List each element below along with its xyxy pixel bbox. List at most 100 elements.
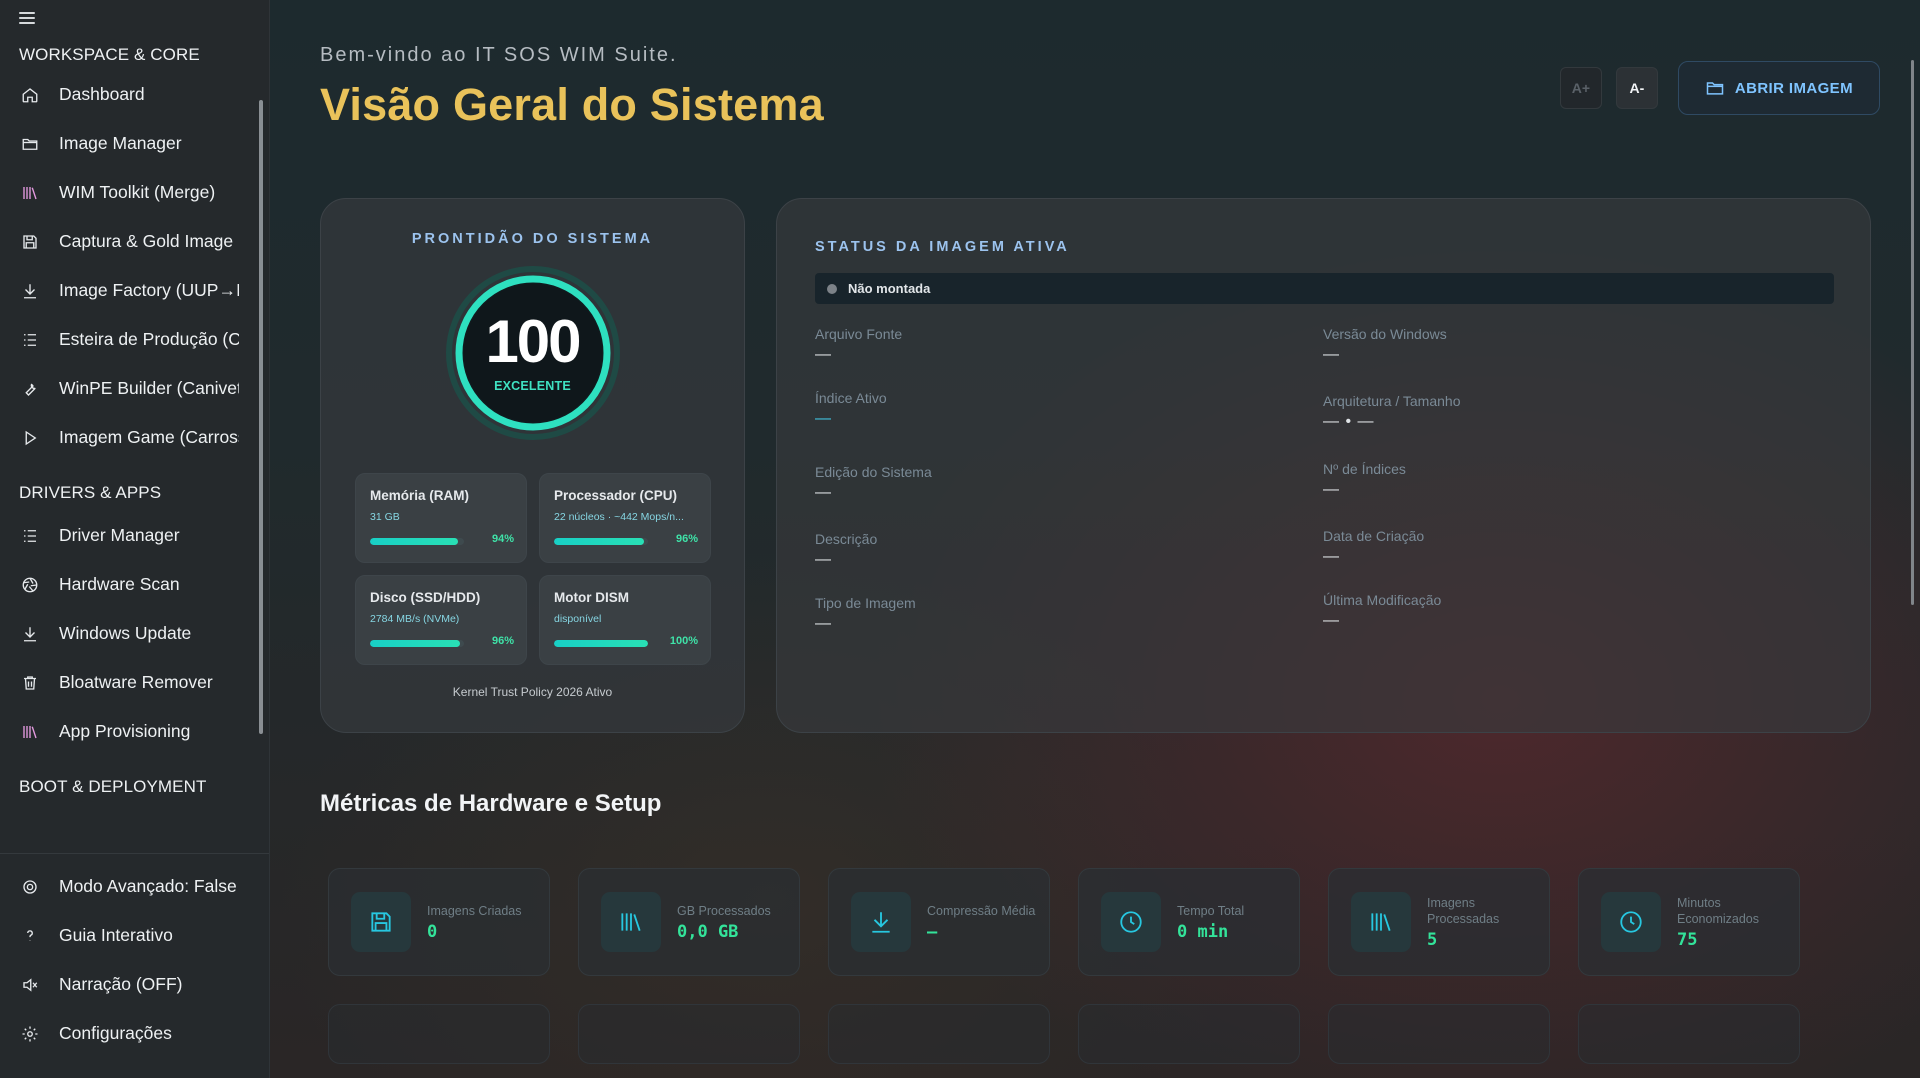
- field-windows-version: Versão do Windows —: [1323, 326, 1447, 364]
- sidebar-item-bloatware-remover[interactable]: Bloatware Remover: [0, 658, 269, 707]
- aperture-icon: [20, 575, 40, 595]
- section-workspace-core: WORKSPACE & CORE: [19, 45, 200, 64]
- sidebar-item-image-manager[interactable]: Image Manager: [0, 119, 269, 168]
- sidebar-item-label: Dashboard: [59, 84, 145, 104]
- readiness-gauge: 100 EXCELENTE: [445, 265, 621, 441]
- sidebar-item-guide[interactable]: Guia Interativo: [0, 911, 269, 960]
- sidebar-item-dashboard[interactable]: Dashboard: [0, 70, 269, 119]
- field-value: —: [1323, 612, 1340, 629]
- sidebar-item-advanced-mode[interactable]: Modo Avançado: False: [0, 862, 269, 911]
- field-active-index: Índice Ativo —: [815, 390, 887, 428]
- field-value: —: [1323, 346, 1340, 363]
- stat-value: 5: [1427, 929, 1438, 950]
- field-value: —: [1323, 481, 1340, 498]
- sidebar-scrollbar[interactable]: [259, 100, 263, 734]
- sidebar-item-label: Guia Interativo: [59, 925, 173, 945]
- field-creation-date: Data de Criação —: [1323, 528, 1424, 566]
- hamburger-menu-icon[interactable]: [19, 10, 37, 24]
- field-label: Nº de Índices: [1323, 461, 1406, 477]
- sidebar-item-app-provisioning[interactable]: App Provisioning: [0, 707, 269, 756]
- page-header: Bem-vindo ao IT SOS WIM Suite. Visão Ger…: [320, 44, 824, 131]
- library-icon: [20, 722, 40, 742]
- metric-detail: 22 núcleos · ~442 Mops/n...: [554, 511, 684, 523]
- folder-icon: [1706, 82, 1724, 95]
- hardware-stats-row-2: [328, 1004, 1800, 1064]
- metric-name: Motor DISM: [554, 590, 629, 605]
- sidebar-item-wim-toolkit[interactable]: WIM Toolkit (Merge): [0, 168, 269, 217]
- wrench-icon: [20, 379, 40, 399]
- stat-label: Imagens Criadas: [427, 903, 522, 918]
- field-label: Índice Ativo: [815, 390, 887, 406]
- stat-label: GB Processados: [677, 903, 771, 918]
- readiness-rating: EXCELENTE: [494, 379, 571, 393]
- mount-status-text: Não montada: [848, 281, 931, 296]
- sidebar-item-label: Bloatware Remover: [59, 672, 213, 692]
- readiness-title: PRONTIDÃO DO SISTEMA: [411, 231, 654, 247]
- readiness-score: 100: [485, 308, 581, 375]
- sidebar-item-label: Windows Update: [59, 623, 192, 643]
- field-value: —: [815, 410, 832, 427]
- sidebar-item-driver-manager[interactable]: Driver Manager: [0, 511, 269, 560]
- stat-card: Tempo Total 0 min: [1078, 868, 1300, 976]
- metric-name: Disco (SSD/HDD): [370, 590, 481, 605]
- list-icon: [20, 526, 40, 546]
- sidebar-item-imagem-game[interactable]: Imagem Game (Carross: [0, 413, 269, 462]
- open-image-button[interactable]: ABRIR IMAGEM: [1677, 61, 1880, 115]
- sidebar-item-label: Image Factory (UUP→ISO): [59, 280, 239, 300]
- metric-name: Processador (CPU): [554, 488, 678, 503]
- sidebar-item-narration[interactable]: Narração (OFF): [0, 960, 269, 1009]
- sidebar: WORKSPACE & CORE Dashboard Image Manager…: [0, 0, 270, 1078]
- download-icon: [20, 624, 40, 644]
- metric-progress-bar: [370, 538, 464, 545]
- field-label: Descrição: [815, 531, 878, 547]
- gear-icon: [20, 1024, 40, 1044]
- section-boot-deployment: BOOT & DEPLOYMENT: [19, 777, 207, 796]
- stat-card: Minutos Economizados 75: [1578, 868, 1800, 976]
- metric-dism: Motor DISM disponível 100%: [539, 575, 711, 665]
- sidebar-footer: Modo Avançado: False Guia Interativo Nar…: [0, 853, 269, 1058]
- home-icon: [20, 85, 40, 105]
- library-icon: [601, 892, 661, 952]
- sidebar-item-winpe-builder[interactable]: WinPE Builder (Canivete: [0, 364, 269, 413]
- sidebar-item-hardware-scan[interactable]: Hardware Scan: [0, 560, 269, 609]
- download-icon: [20, 281, 40, 301]
- sidebar-item-label: Image Manager: [59, 133, 182, 153]
- library-icon: [20, 183, 40, 203]
- font-increase-button[interactable]: A+: [1559, 67, 1602, 109]
- open-image-label: ABRIR IMAGEM: [1734, 79, 1853, 97]
- metric-detail: 2784 MB/s (NVMe): [370, 613, 460, 625]
- sidebar-item-label: Hardware Scan: [59, 574, 180, 594]
- speaker-off-icon: [20, 975, 40, 995]
- field-value: —: [1323, 548, 1340, 565]
- active-image-status-card: STATUS DA IMAGEM ATIVA Não montada Arqui…: [776, 198, 1871, 733]
- metric-progress-bar: [554, 640, 648, 647]
- field-label: Arquitetura / Tamanho: [1323, 393, 1461, 409]
- metric-name: Memória (RAM): [370, 488, 470, 503]
- main-scrollbar[interactable]: [1911, 60, 1914, 605]
- sidebar-item-esteira[interactable]: Esteira de Produção (Ca: [0, 315, 269, 364]
- stat-value: —: [927, 921, 938, 942]
- field-last-modified: Última Modificação —: [1323, 592, 1441, 630]
- library-icon: [1351, 892, 1411, 952]
- sidebar-item-image-factory[interactable]: Image Factory (UUP→ISO): [0, 266, 269, 315]
- field-value: —: [815, 484, 832, 501]
- readiness-metrics: Memória (RAM) 31 GB 94% Processador (CPU…: [355, 473, 712, 665]
- stat-card: GB Processados 0,0 GB: [578, 868, 800, 976]
- list-icon: [20, 330, 40, 350]
- field-value: — • —: [1323, 413, 1375, 430]
- stat-label: Minutos Economizados: [1677, 895, 1759, 926]
- stat-value: 0 min: [1177, 921, 1229, 942]
- sidebar-item-label: Modo Avançado: False: [59, 876, 237, 896]
- sidebar-item-settings[interactable]: Configurações: [0, 1009, 269, 1058]
- kernel-policy-text: Kernel Trust Policy 2026 Ativo: [452, 685, 613, 699]
- stat-label: Imagens Processadas: [1427, 895, 1500, 926]
- save-icon: [20, 232, 40, 252]
- image-status-title: STATUS DA IMAGEM ATIVA: [815, 239, 1070, 255]
- header-actions: A+ A- ABRIR IMAGEM: [1559, 61, 1880, 115]
- sidebar-item-windows-update[interactable]: Windows Update: [0, 609, 269, 658]
- sidebar-item-captura[interactable]: Captura & Gold Image: [0, 217, 269, 266]
- font-decrease-button[interactable]: A-: [1615, 67, 1658, 109]
- welcome-text: Bem-vindo ao IT SOS WIM Suite.: [320, 44, 678, 66]
- field-value: —: [815, 615, 832, 632]
- save-icon: [351, 892, 411, 952]
